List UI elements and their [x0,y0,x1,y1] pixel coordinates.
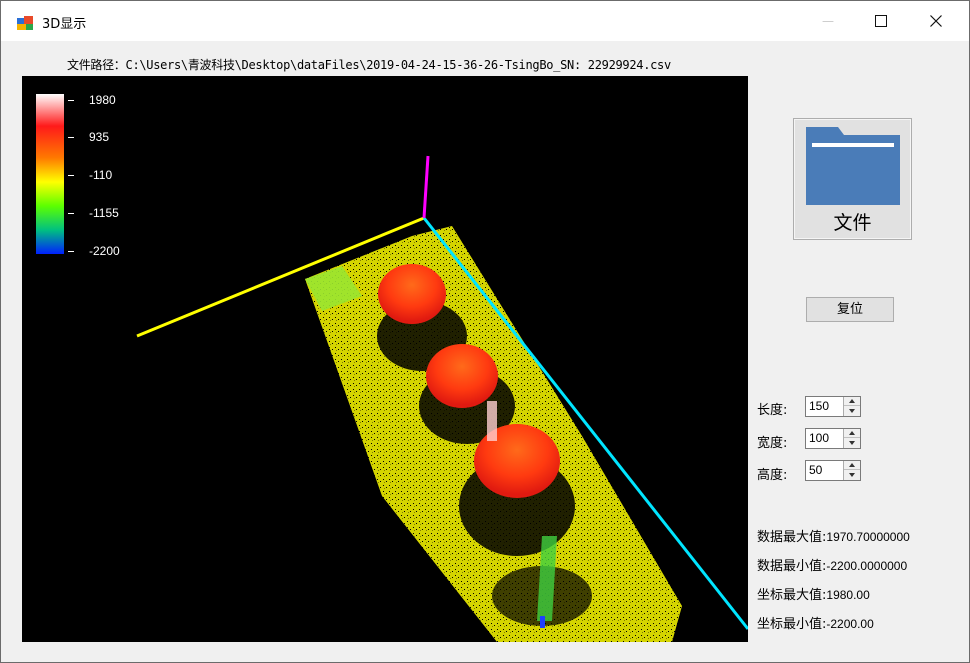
file-path-caption: 文件路径： [67,58,126,72]
legend-label: 935 [89,130,110,144]
legend-label: -1155 [89,206,119,220]
data-max-value: 1970.70000000 [826,530,910,544]
close-icon [930,15,942,27]
legend-tick [68,213,74,214]
point-cloud-canvas [136,155,748,642]
length-increment-button[interactable] [844,397,860,406]
data-max-row: 数据最大值:1970.70000000 [757,526,910,545]
data-min-label: 数据最小值: [757,559,827,574]
data-min-value: -2200.0000000 [826,559,908,573]
arrow-up-icon [849,463,855,467]
file-path-label: 文件路径：C:\Users\青波科技\Desktop\dataFiles\201… [67,56,671,73]
width-label: 宽度: [757,436,788,451]
legend-label: -110 [89,168,113,182]
legend-label: -2200 [89,244,120,258]
axis-min-label: 坐标最小值: [757,617,827,632]
arrow-up-icon [849,431,855,435]
legend-tick [68,251,74,252]
height-increment-button[interactable] [844,461,860,470]
axis-max-value: 1980.00 [826,588,870,602]
length-label: 长度: [757,403,788,418]
file-path-value: C:\Users\青波科技\Desktop\dataFiles\2019-04-… [125,58,672,72]
height-spin[interactable] [843,461,860,480]
legend-label: 1980 [89,93,116,107]
arrow-down-icon [849,440,855,445]
axis-min-row: 坐标最小值:-2200.00 [757,613,874,632]
length-stepper[interactable]: 150 [805,396,861,417]
width-value[interactable]: 100 [809,431,829,445]
title-bar[interactable]: 3D显示 — [1,1,969,41]
legend-tick [68,137,74,138]
height-value[interactable]: 50 [809,463,822,477]
open-file-button[interactable]: 文件 [793,118,912,240]
height-label: 高度: [757,468,788,483]
minimize-icon: — [822,14,834,28]
axis-min-value: -2200.00 [826,617,874,631]
data-min-row: 数据最小值:-2200.0000000 [757,555,907,574]
reset-button[interactable]: 复位 [806,297,894,322]
length-spin[interactable] [843,397,860,416]
maximize-icon [875,15,887,27]
height-stepper[interactable]: 50 [805,460,861,481]
legend-tick [68,100,74,101]
arrow-down-icon [849,408,855,413]
color-scale-bar [36,94,64,254]
legend-tick [68,175,74,176]
length-decrement-button[interactable] [844,406,860,415]
main-window: 3D显示 — 文件路径：C:\Users\青波科技\Desktop\dataFi… [0,0,970,663]
axis-max-label: 坐标最大值: [757,588,827,603]
length-value[interactable]: 150 [809,399,829,413]
3d-viewport[interactable]: 1980 935 -110 -1155 -2200 [22,76,748,642]
maximize-button[interactable] [858,1,904,41]
open-file-label: 文件 [833,212,872,234]
width-decrement-button[interactable] [844,438,860,447]
width-stepper[interactable]: 100 [805,428,861,449]
app-icon [17,16,33,30]
axis-max-row: 坐标最大值:1980.00 [757,584,870,603]
minimize-button[interactable]: — [805,1,851,41]
folder-icon [806,127,900,205]
z-axis-line [422,155,430,219]
data-max-label: 数据最大值: [757,530,827,545]
window-title: 3D显示 [42,17,87,32]
arrow-up-icon [849,399,855,403]
width-increment-button[interactable] [844,429,860,438]
height-decrement-button[interactable] [844,470,860,479]
arrow-down-icon [849,472,855,477]
close-button[interactable] [913,1,959,41]
width-spin[interactable] [843,429,860,448]
